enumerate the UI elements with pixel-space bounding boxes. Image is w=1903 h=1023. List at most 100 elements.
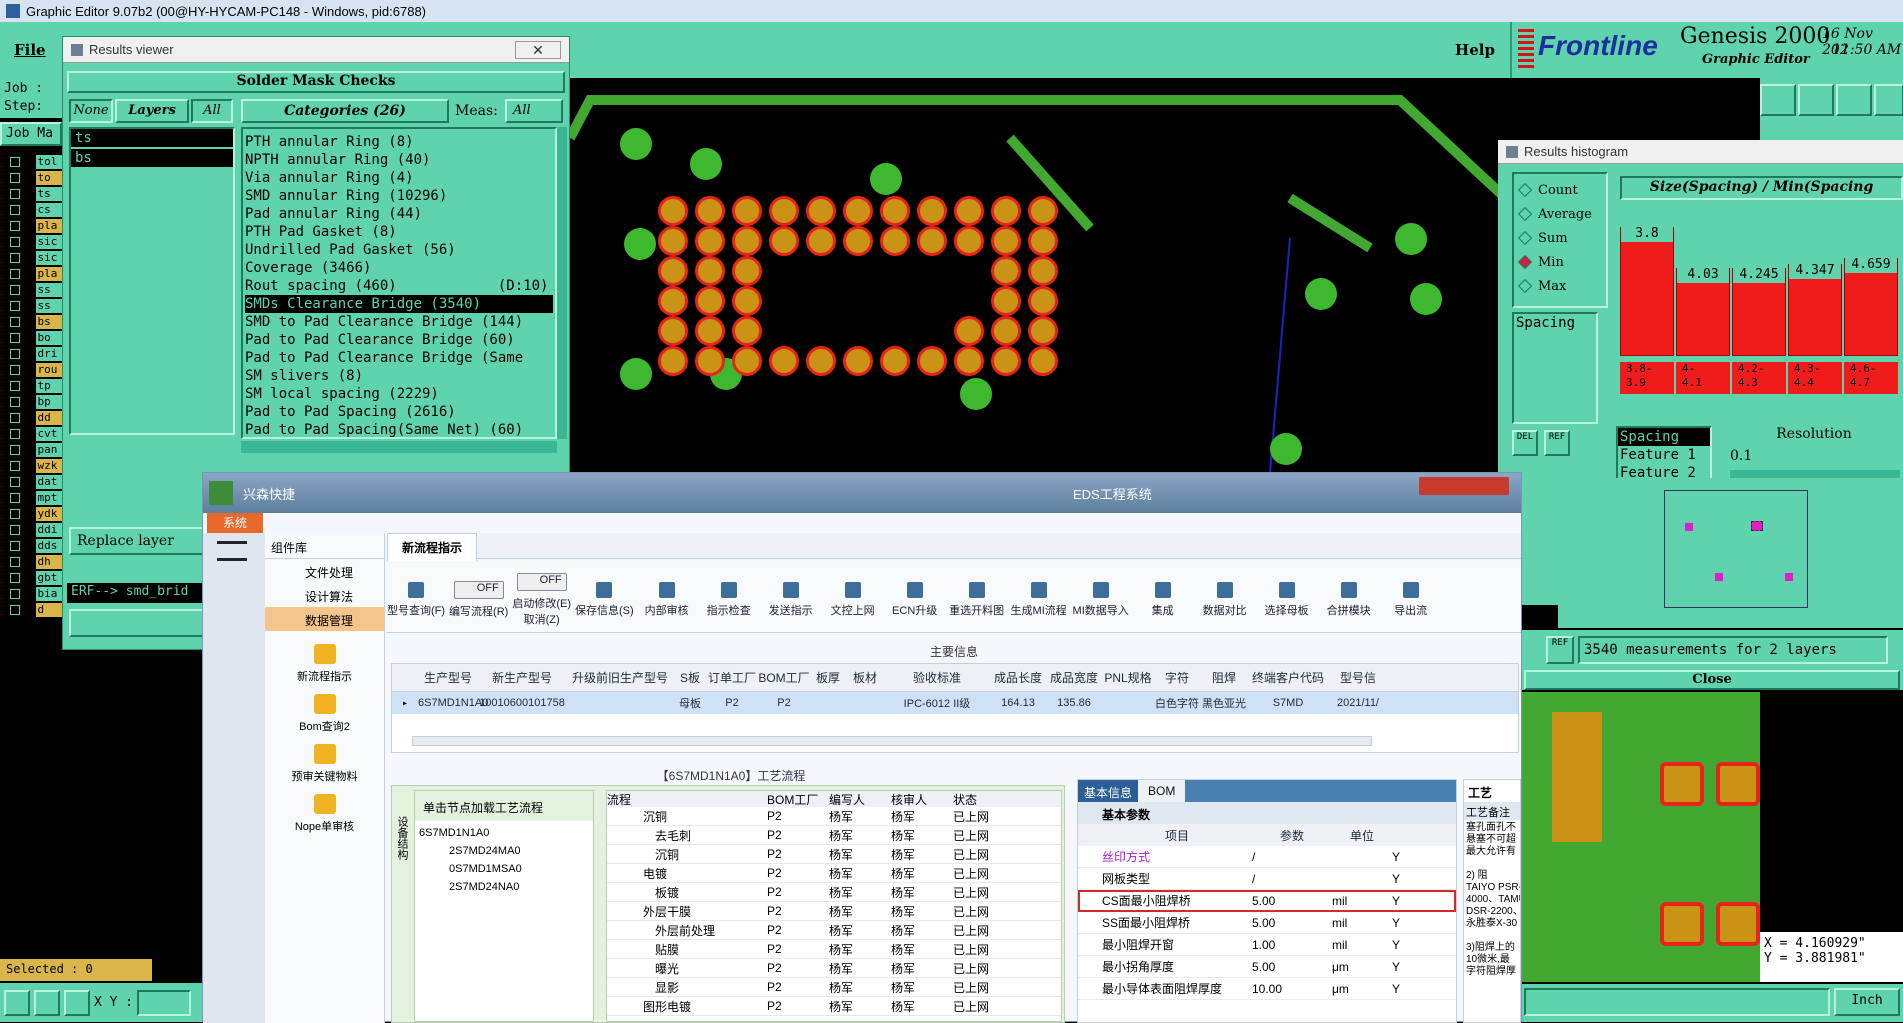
grid-header[interactable]: PNL规格 bbox=[1102, 669, 1154, 686]
toolbar-button[interactable]: 合拼模块 bbox=[1320, 567, 1378, 632]
grid-header[interactable]: 板厚 bbox=[810, 669, 846, 686]
layer-name[interactable]: mpt bbox=[35, 491, 62, 505]
radio-icon[interactable] bbox=[1517, 254, 1533, 270]
feature-item[interactable]: Spacing bbox=[1618, 428, 1710, 446]
menu-icon[interactable] bbox=[217, 541, 247, 561]
grid-header[interactable]: S板 bbox=[674, 669, 706, 686]
sidebar-item[interactable]: 文件处理 bbox=[265, 559, 384, 583]
grid-cell[interactable]: 135.86 bbox=[1046, 697, 1102, 709]
layer-checkbox[interactable] bbox=[10, 285, 20, 295]
grid-header[interactable]: 阻焊 bbox=[1200, 669, 1248, 686]
layer-checkbox[interactable] bbox=[10, 493, 20, 503]
layer-checkbox[interactable] bbox=[10, 429, 20, 439]
grid-header[interactable]: 字符 bbox=[1154, 669, 1200, 686]
param-row[interactable]: 最小导体表面阻焊厚度 10.00 μm Y bbox=[1078, 978, 1456, 1000]
toolbar-button[interactable]: 集成 bbox=[1134, 567, 1192, 632]
toolbar-button[interactable]: 生成MI流程 bbox=[1010, 567, 1068, 632]
grid-header[interactable]: 订单工厂 bbox=[706, 669, 758, 686]
layer-checkbox[interactable] bbox=[10, 589, 20, 599]
layer-name[interactable]: bp bbox=[35, 395, 62, 409]
grid-header[interactable]: 生产型号 bbox=[418, 669, 478, 686]
categories-hscrollbar[interactable] bbox=[241, 441, 557, 453]
layer-checkbox[interactable] bbox=[10, 349, 20, 359]
layer-row[interactable]: bo bbox=[0, 330, 62, 346]
grid-header[interactable]: 型号信 bbox=[1328, 669, 1388, 686]
flow-header[interactable]: 流程 bbox=[607, 791, 767, 807]
job-matrix-button[interactable]: Job Ma bbox=[0, 122, 62, 146]
layer-name[interactable]: dat bbox=[35, 475, 62, 489]
layer-name[interactable]: dri bbox=[35, 347, 62, 361]
layer-row[interactable]: rou bbox=[0, 362, 62, 378]
histogram-bar[interactable]: 4.659 bbox=[1844, 257, 1898, 356]
tool-download-icon[interactable] bbox=[1798, 84, 1834, 116]
toolbar-button[interactable]: 文控上网 bbox=[824, 567, 882, 632]
category-item[interactable]: SMDs Clearance Bridge (3540) bbox=[245, 295, 553, 313]
toolbar-button[interactable]: 数据对比 bbox=[1196, 567, 1254, 632]
grid-hscrollbar[interactable] bbox=[412, 736, 1372, 746]
category-item[interactable]: Undrilled Pad Gasket (56) bbox=[245, 241, 553, 259]
category-item[interactable]: Pad to Pad Spacing (2616) bbox=[245, 403, 553, 421]
toolbar-button[interactable]: 发送指示 bbox=[762, 567, 820, 632]
param-row[interactable]: 最小阻焊开窗 1.00 mil Y bbox=[1078, 934, 1456, 956]
param-row[interactable]: 丝印方式 / Y bbox=[1078, 846, 1456, 868]
category-item[interactable]: SM local spacing (2229) bbox=[245, 385, 553, 403]
layer-checkbox[interactable] bbox=[10, 381, 20, 391]
grid-header[interactable]: 终端客户代码 bbox=[1248, 669, 1328, 686]
toolbar-button[interactable]: OFF 启动修改(E) 取消(Z) bbox=[512, 567, 571, 632]
tree-node[interactable]: 2S7MD24MA0 bbox=[419, 845, 589, 863]
ref-button-2[interactable]: REF bbox=[1546, 636, 1574, 664]
grid-cell[interactable]: 白色字符 bbox=[1154, 695, 1200, 711]
close-icon[interactable]: ✕ bbox=[515, 41, 561, 59]
category-item[interactable]: Pad to Pad Clearance Bridge (60) bbox=[245, 331, 553, 349]
del-button[interactable]: DEL bbox=[1512, 430, 1538, 456]
layer-row[interactable]: dd bbox=[0, 410, 62, 426]
layer-checkbox[interactable] bbox=[10, 221, 20, 231]
stat-option[interactable]: Min bbox=[1516, 250, 1604, 274]
layer-name[interactable]: dds bbox=[35, 539, 62, 553]
param-row[interactable]: SS面最小阻焊桥 5.00 mil Y bbox=[1078, 912, 1456, 934]
layer-checkbox[interactable] bbox=[10, 573, 20, 583]
flow-row[interactable]: 沉铜 P2 杨军 杨军 已上网 bbox=[607, 807, 1061, 826]
command-input[interactable] bbox=[1524, 988, 1830, 1016]
tool-snap-icon[interactable] bbox=[4, 989, 30, 1016]
param-header[interactable]: 单位 bbox=[1332, 827, 1392, 844]
layer-checkbox[interactable] bbox=[10, 397, 20, 407]
grid-cell[interactable]: 6S7MD1N1A0 bbox=[418, 697, 488, 709]
none-button[interactable]: None bbox=[69, 99, 113, 123]
tree-root[interactable]: 6S7MD1N1A0 bbox=[419, 827, 589, 845]
flow-row[interactable]: 沉铜 P2 杨军 杨军 已上网 bbox=[607, 845, 1061, 864]
grid-cell[interactable]: 10010600101758 bbox=[478, 697, 566, 709]
flow-row[interactable]: 外层前处理 P2 杨军 杨军 已上网 bbox=[607, 921, 1061, 940]
flow-header[interactable]: 编写人 bbox=[829, 791, 891, 807]
layer-row[interactable]: pla bbox=[0, 218, 62, 234]
layer-checkbox[interactable] bbox=[10, 445, 20, 455]
module-item[interactable]: 新流程指示 bbox=[265, 639, 384, 689]
histogram-bar[interactable]: 4.245 bbox=[1732, 267, 1786, 356]
grid-header[interactable]: 板材 bbox=[846, 669, 884, 686]
sidebar-item[interactable]: 数据管理 bbox=[265, 607, 384, 631]
layer-checkbox[interactable] bbox=[10, 333, 20, 343]
layer-checkbox[interactable] bbox=[10, 237, 20, 247]
layer-row[interactable]: gbt bbox=[0, 570, 62, 586]
flow-row[interactable]: 去毛刺 P2 杨军 杨军 已上网 bbox=[607, 826, 1061, 845]
layer-row[interactable]: ss bbox=[0, 298, 62, 314]
histogram-bar[interactable]: 3.8 bbox=[1620, 226, 1674, 356]
param-cell[interactable]: 5.00 bbox=[1252, 916, 1332, 930]
layer-row[interactable]: bp bbox=[0, 394, 62, 410]
layer-checkbox[interactable] bbox=[10, 205, 20, 215]
stat-option[interactable]: Sum bbox=[1516, 226, 1604, 250]
param-cell[interactable]: / bbox=[1252, 850, 1332, 864]
spacing-item[interactable]: Spacing bbox=[1514, 314, 1596, 332]
toolbar-button[interactable]: 指示检查 bbox=[700, 567, 758, 632]
tool-upload-icon[interactable] bbox=[1760, 84, 1796, 116]
layer-name[interactable]: wzk bbox=[35, 459, 62, 473]
layer-checkbox[interactable] bbox=[10, 477, 20, 487]
layer-checkbox[interactable] bbox=[10, 189, 20, 199]
layer-name[interactable]: ddi bbox=[35, 523, 62, 537]
category-item[interactable]: Coverage (3466) bbox=[245, 259, 553, 277]
grid-header[interactable]: 成品长度 bbox=[990, 669, 1046, 686]
category-item[interactable]: PTH Pad Gasket (8) bbox=[245, 223, 553, 241]
grid-header[interactable]: 新生产型号 bbox=[478, 669, 566, 686]
layer-row[interactable]: to bbox=[0, 170, 62, 186]
tool-measure-icon[interactable] bbox=[34, 989, 60, 1016]
